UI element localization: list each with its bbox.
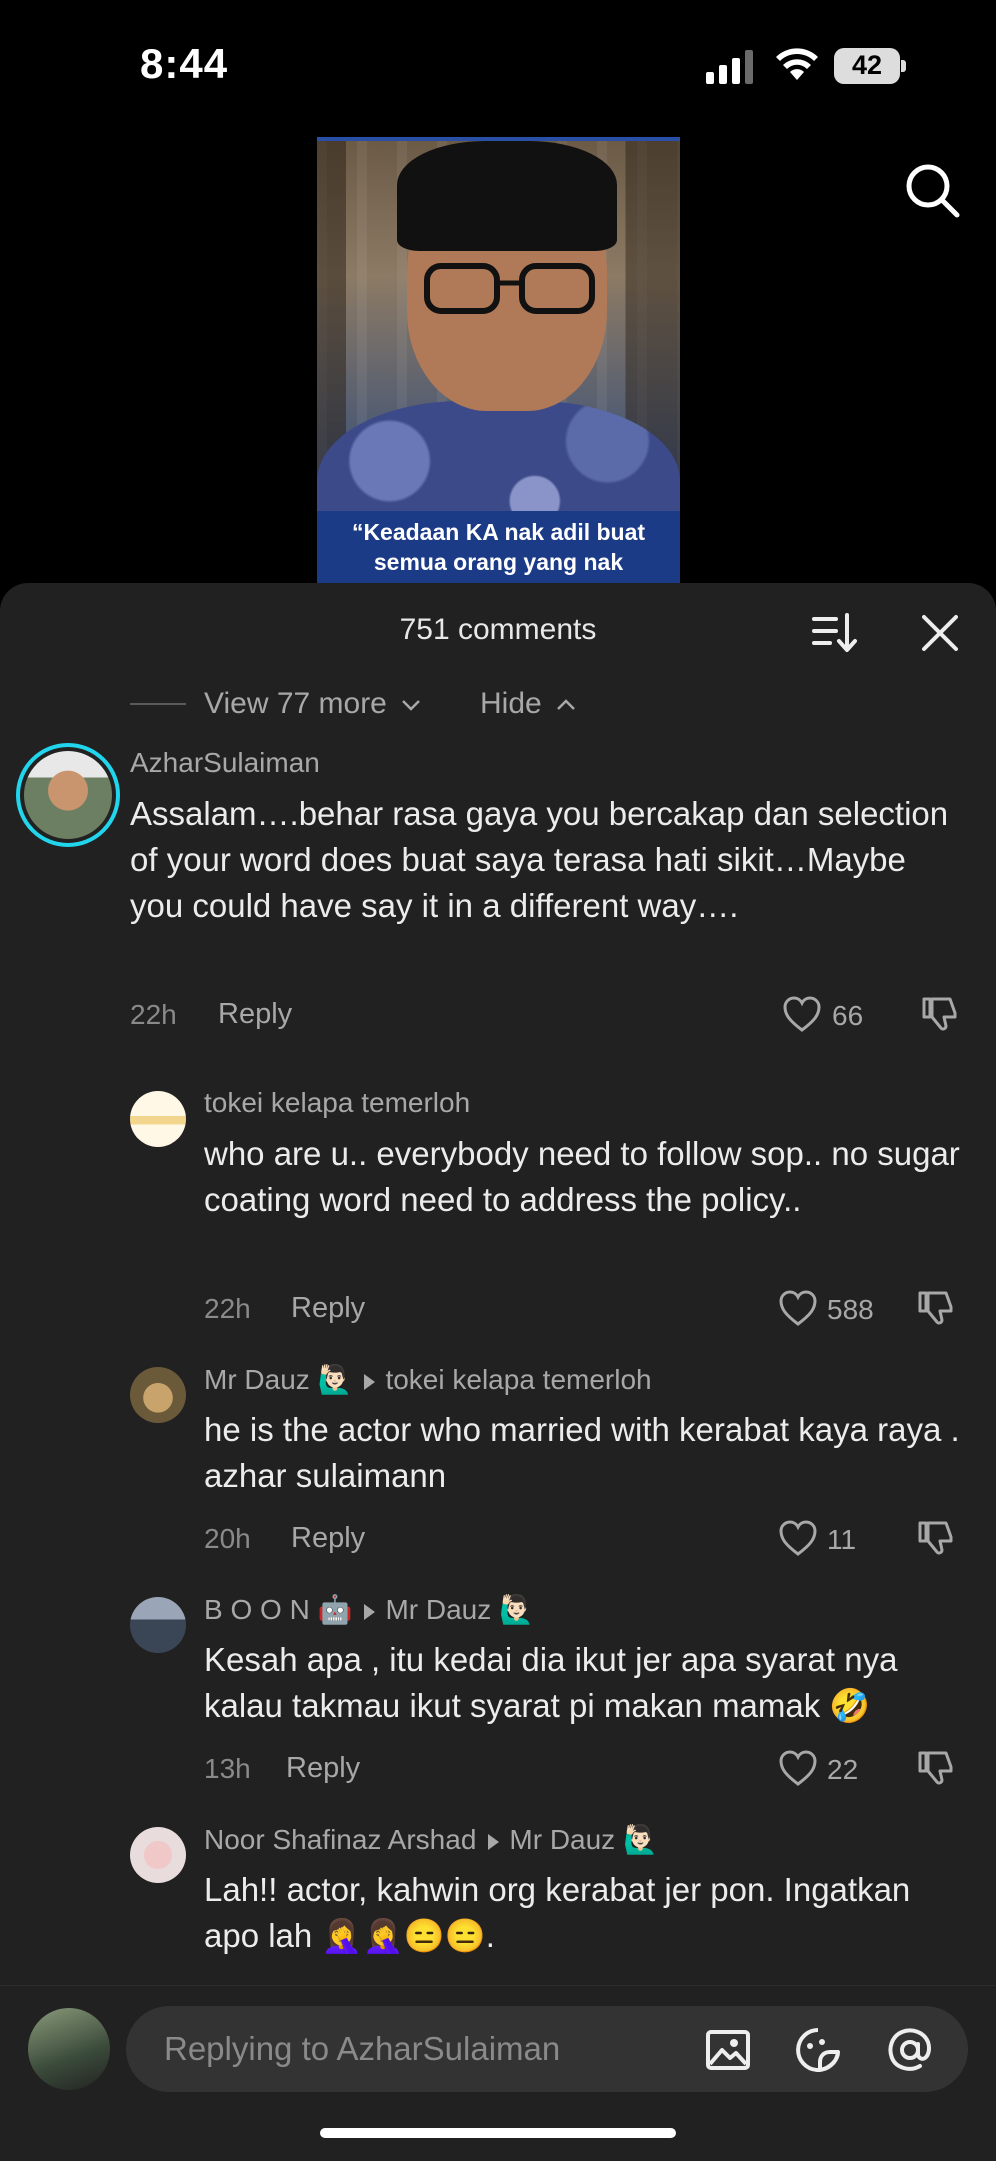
heart-icon[interactable]: [778, 1749, 818, 1787]
reply-button[interactable]: Reply: [218, 998, 292, 1031]
hide-replies-button[interactable]: Hide: [480, 687, 576, 721]
reply-arrow-icon: [364, 1603, 376, 1620]
battery-indicator: 42: [834, 48, 906, 84]
comment-item: Noor Shafinaz Arshad Mr Dauz 🙋🏻‍♂️ Lah!! …: [0, 1819, 996, 1989]
comment-username[interactable]: Noor Shafinaz Arshad Mr Dauz 🙋🏻‍♂️: [204, 1823, 658, 1856]
close-icon[interactable]: [916, 609, 964, 657]
cellular-signal-icon: [706, 50, 753, 84]
dislike-icon[interactable]: [920, 993, 960, 1033]
battery-percent: 42: [851, 50, 883, 80]
wifi-icon: [776, 48, 818, 80]
reply-button[interactable]: Reply: [291, 1292, 365, 1325]
reply-to-username[interactable]: Mr Dauz 🙋🏻‍♂️: [385, 1593, 533, 1626]
comment-time: 22h: [204, 1293, 251, 1324]
comment-item: Mr Dauz 🙋🏻‍♂️ tokei kelapa temerloh he is…: [0, 1359, 996, 1579]
sort-icon[interactable]: [810, 609, 858, 657]
search-icon[interactable]: [902, 160, 962, 220]
comment-time: 22h: [130, 999, 177, 1030]
view-more-divider: [130, 703, 186, 705]
status-time: 8:44: [140, 40, 229, 87]
comment-time: 20h: [204, 1523, 251, 1554]
user-emoji: 🙋🏻‍♂️: [317, 1363, 353, 1396]
avatar[interactable]: [16, 743, 120, 847]
image-icon[interactable]: [704, 2026, 752, 2074]
emoji-sticker-icon[interactable]: [794, 2026, 842, 2074]
comments-sheet: 751 comments View 77 more Hide AzharSula…: [0, 583, 996, 2160]
chevron-down-icon: [402, 700, 421, 711]
comment-username[interactable]: Mr Dauz 🙋🏻‍♂️ tokei kelapa temerloh: [204, 1363, 652, 1396]
heart-icon[interactable]: [778, 1289, 818, 1327]
chevron-up-icon: [557, 699, 575, 710]
video-caption: “Keadaan KA nak adil buat semua orang ya…: [351, 519, 646, 575]
reply-arrow-icon: [488, 1833, 500, 1850]
comment-username[interactable]: AzharSulaiman: [130, 747, 320, 779]
hide-label: Hide: [480, 687, 542, 720]
like-count: 11: [827, 1524, 857, 1555]
reply-arrow-icon: [364, 1373, 376, 1390]
comment-item: B O O N 🤖 Mr Dauz 🙋🏻‍♂️ Kesah apa , itu k…: [0, 1589, 996, 1809]
comment-username[interactable]: tokei kelapa temerloh: [204, 1087, 470, 1119]
status-bar: 8:44 42: [0, 0, 996, 130]
video-preview[interactable]: “Keadaan KA nak adil buat semua orang ya…: [317, 137, 680, 591]
video-person-glasses: [424, 263, 595, 314]
like-count: 22: [827, 1754, 859, 1785]
video-person-cap: [397, 141, 617, 251]
dislike-icon[interactable]: [916, 1287, 956, 1327]
reply-to-username[interactable]: Mr Dauz 🙋🏻‍♂️: [509, 1823, 657, 1856]
avatar[interactable]: [130, 1367, 186, 1423]
comment-item: AzharSulaiman Assalam….behar rasa gaya y…: [0, 743, 996, 1053]
reply-to-username[interactable]: tokei kelapa temerloh: [385, 1364, 651, 1395]
heart-icon[interactable]: [782, 995, 822, 1033]
dislike-icon[interactable]: [916, 1517, 956, 1557]
comment-text: he is the actor who married with kerabat…: [204, 1411, 960, 1494]
comment-composer: Replying to AzharSulaiman: [0, 1985, 996, 2161]
comment-text: Assalam….behar rasa gaya you bercakap da…: [130, 795, 949, 924]
comments-header: 751 comments: [0, 583, 996, 683]
comment-text: who are u.. everybody need to follow sop…: [204, 1135, 960, 1218]
user-emoji: 🤖: [317, 1593, 353, 1626]
comment-time: 13h: [204, 1753, 251, 1784]
comment-input[interactable]: Replying to AzharSulaiman: [126, 2006, 968, 2092]
dislike-icon[interactable]: [916, 1747, 956, 1787]
reply-button[interactable]: Reply: [291, 1522, 365, 1555]
avatar[interactable]: [130, 1597, 186, 1653]
comment-text: Lah!! actor, kahwin org kerabat jer pon.…: [204, 1871, 911, 1954]
comment-input-placeholder: Replying to AzharSulaiman: [164, 2030, 561, 2067]
comment-username[interactable]: B O O N 🤖 Mr Dauz 🙋🏻‍♂️: [204, 1593, 534, 1626]
like-count: 588: [827, 1294, 874, 1325]
view-more-replies-button[interactable]: View 77 more: [204, 687, 421, 721]
home-indicator: [320, 2128, 676, 2138]
avatar[interactable]: [130, 1091, 186, 1147]
current-user-avatar[interactable]: [28, 2008, 110, 2090]
comment-text: Kesah apa , itu kedai dia ikut jer apa s…: [204, 1641, 898, 1724]
view-more-label: View 77 more: [204, 687, 387, 720]
like-count: 66: [832, 1000, 864, 1031]
mention-icon[interactable]: [886, 2026, 934, 2074]
heart-icon[interactable]: [778, 1519, 818, 1557]
comment-item: tokei kelapa temerloh who are u.. everyb…: [0, 1083, 996, 1343]
avatar[interactable]: [130, 1827, 186, 1883]
reply-button[interactable]: Reply: [286, 1752, 360, 1785]
